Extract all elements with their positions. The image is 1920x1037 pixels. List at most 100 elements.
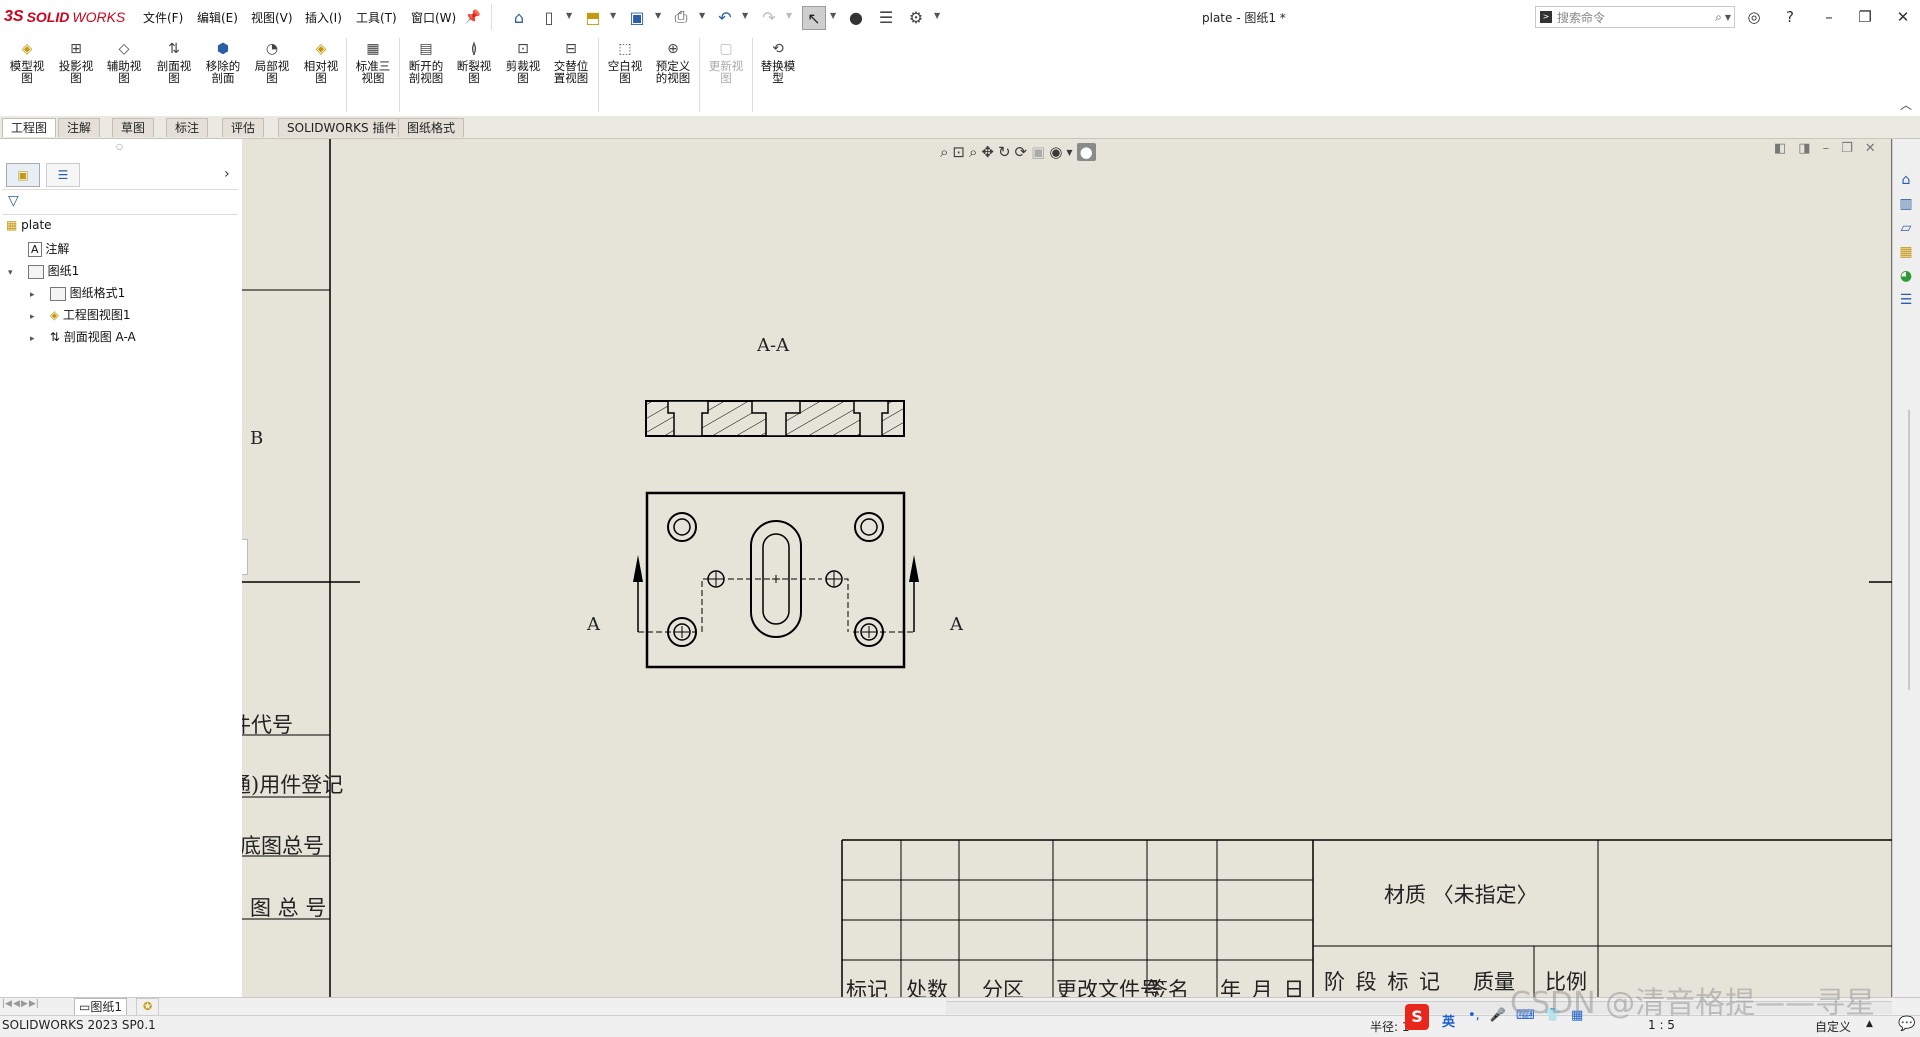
- search-input[interactable]: > 搜索命令 ⌕ ▼: [1535, 6, 1735, 28]
- menu-window[interactable]: 窗口(W): [411, 9, 456, 26]
- tab-sheet-format[interactable]: 图纸格式: [398, 118, 465, 137]
- restore-view-icon[interactable]: ❐: [1841, 141, 1853, 156]
- cmd-standard-3-view-button[interactable]: ▦ 标准三 视图: [350, 40, 396, 84]
- hide-show-icon[interactable]: ◉: [1049, 143, 1062, 161]
- custom-properties-icon[interactable]: ☰: [1896, 290, 1916, 310]
- tab-sketch[interactable]: 草图: [112, 118, 155, 137]
- display-style-icon[interactable]: ▣: [1031, 143, 1045, 161]
- cmd-projected-view-button[interactable]: ⊞ 投影视 图: [53, 40, 99, 84]
- user-icon[interactable]: ◎: [1743, 6, 1765, 28]
- menu-tools[interactable]: 工具(T): [356, 9, 397, 26]
- tree-item-section-view-aa[interactable]: ▸ ⇅ 剖面视图 A-A: [30, 328, 136, 345]
- chevron-right-icon[interactable]: ▸: [30, 290, 35, 300]
- next-sheet-icon[interactable]: ▶: [21, 999, 28, 1009]
- file-explorer-icon[interactable]: ▱: [1896, 218, 1916, 238]
- cmd-predefined-view-button[interactable]: ⊕ 预定义 的视图: [650, 40, 696, 84]
- section-view-aa[interactable]: [645, 400, 905, 437]
- print-icon[interactable]: ⎙: [670, 6, 692, 28]
- scrollbar[interactable]: [1908, 410, 1910, 690]
- menu-file[interactable]: 文件(F): [143, 9, 183, 26]
- home-icon[interactable]: ⌂: [508, 6, 530, 28]
- units-selector[interactable]: 自定义: [1815, 1018, 1851, 1035]
- ime-language-indicator[interactable]: 英: [1442, 1011, 1455, 1030]
- cmd-auxiliary-view-button[interactable]: ◇ 辅助视 图: [101, 40, 147, 84]
- chevron-down-icon[interactable]: ▼: [830, 11, 836, 20]
- tab-drawing[interactable]: 工程图: [2, 118, 57, 137]
- first-sheet-icon[interactable]: |◀: [2, 999, 12, 1009]
- tab-solidworks-addins[interactable]: SOLIDWORKS 插件: [278, 118, 406, 137]
- file-properties-icon[interactable]: ☰: [875, 6, 897, 28]
- tree-item-sheet-format1[interactable]: ▸ 图纸格式1: [30, 284, 125, 301]
- chevron-down-icon[interactable]: ▼: [1725, 13, 1731, 22]
- tab-annotation[interactable]: 注解: [58, 118, 101, 137]
- chevron-right-icon[interactable]: ▸: [30, 334, 35, 344]
- minimize-view-icon[interactable]: –: [1823, 141, 1830, 156]
- panel-collapse-handle[interactable]: [242, 539, 248, 575]
- cmd-model-view-button[interactable]: ◈ 模型视 图: [4, 40, 50, 84]
- sheet-tab-sheet1[interactable]: ▭图纸1: [74, 998, 127, 1016]
- solidworks-logo[interactable]: 3S SOLID WORKS: [4, 6, 125, 28]
- help-icon[interactable]: ?: [1779, 6, 1801, 28]
- last-sheet-icon[interactable]: ▶|: [29, 999, 39, 1009]
- cmd-crop-view-button[interactable]: ⊡ 剪裁视 图: [500, 40, 546, 84]
- chevron-right-icon[interactable]: ›: [224, 166, 230, 182]
- appearance-icon[interactable]: ●: [1076, 143, 1096, 161]
- menu-edit[interactable]: 编辑(E): [197, 9, 238, 26]
- redraw-icon[interactable]: ⟳: [1015, 143, 1028, 161]
- cmd-break-view-button[interactable]: ≬ 断裂视 图: [451, 40, 497, 84]
- tree-item-annotations[interactable]: A 注解: [28, 240, 69, 257]
- chevron-right-icon[interactable]: ▸: [30, 312, 35, 322]
- menu-view[interactable]: 视图(V): [251, 9, 293, 26]
- chevron-down-icon[interactable]: ▼: [934, 11, 940, 20]
- chevron-down-icon[interactable]: ▼: [1066, 148, 1072, 157]
- cmd-empty-view-button[interactable]: ⬚ 空白视 图: [602, 40, 648, 84]
- ime-logo-icon[interactable]: S: [1405, 1004, 1429, 1030]
- redo-icon[interactable]: ↷: [758, 6, 780, 28]
- chevron-down-icon[interactable]: ▼: [610, 11, 616, 20]
- previous-view-icon[interactable]: ⌕: [969, 143, 977, 161]
- new-document-icon[interactable]: ▯: [538, 6, 560, 28]
- microphone-icon[interactable]: 🎤: [1490, 1008, 1506, 1023]
- drawing-canvas[interactable]: A-A A A B 件代号 通)用件登记 底图总号 图 总 号 材质 〈未指定〉…: [242, 139, 1892, 997]
- feature-manager-tab[interactable]: ▣: [6, 163, 40, 187]
- collapse-ribbon-icon[interactable]: ︿: [1900, 96, 1912, 113]
- panel-splitter-handle[interactable]: ○: [116, 142, 123, 151]
- restore-icon[interactable]: ❐: [1854, 6, 1876, 28]
- tile-left-icon[interactable]: ◧: [1774, 141, 1786, 156]
- cmd-replace-model-button[interactable]: ⟲ 替换模 型: [755, 40, 801, 84]
- menu-insert[interactable]: 插入(I): [305, 9, 342, 26]
- tab-dimension[interactable]: 标注: [166, 118, 209, 137]
- zoom-to-area-icon[interactable]: ⊡: [952, 143, 965, 161]
- chevron-down-icon[interactable]: ▼: [742, 11, 748, 20]
- design-library-icon[interactable]: ▥: [1896, 194, 1916, 214]
- undo-icon[interactable]: ↶: [714, 6, 736, 28]
- chevron-down-icon[interactable]: ▼: [566, 11, 572, 20]
- property-manager-tab[interactable]: ☰: [46, 163, 80, 187]
- tile-right-icon[interactable]: ◨: [1798, 141, 1810, 156]
- save-icon[interactable]: ▣: [626, 6, 648, 28]
- punctuation-icon[interactable]: •,: [1468, 1008, 1480, 1023]
- select-cursor-icon[interactable]: ↖: [802, 6, 826, 30]
- minimize-icon[interactable]: –: [1818, 6, 1840, 28]
- prev-sheet-icon[interactable]: ◀: [13, 999, 20, 1009]
- cmd-broken-out-section-button[interactable]: ▤ 断开的 剖视图: [403, 40, 449, 84]
- solidworks-resources-icon[interactable]: ⌂: [1896, 170, 1916, 190]
- close-view-icon[interactable]: ✕: [1865, 141, 1876, 156]
- cmd-section-view-button[interactable]: ⇅ 剖面视 图: [151, 40, 197, 84]
- options-gear-icon[interactable]: ⚙: [905, 6, 927, 28]
- zoom-to-fit-icon[interactable]: ⌕: [940, 143, 948, 161]
- cmd-detail-view-button[interactable]: ◔ 局部视 图: [249, 40, 295, 84]
- open-folder-icon[interactable]: ⬒: [582, 6, 604, 28]
- traffic-light-icon[interactable]: ●: [845, 6, 867, 28]
- chevron-down-icon[interactable]: ▼: [786, 11, 792, 20]
- appearances-icon[interactable]: ◕: [1896, 266, 1916, 286]
- cmd-update-view-button[interactable]: ▢ 更新视 图: [703, 40, 749, 84]
- front-view[interactable]: [637, 491, 915, 669]
- chevron-down-icon[interactable]: ▼: [699, 11, 705, 20]
- pan-icon[interactable]: ✥: [981, 143, 994, 161]
- search-icon[interactable]: ⌕: [1715, 10, 1722, 25]
- tree-root-plate[interactable]: ▦ plate: [6, 218, 52, 232]
- chat-icon[interactable]: 💬: [1898, 1016, 1915, 1032]
- chevron-down-icon[interactable]: ▾: [8, 268, 13, 278]
- rotate-icon[interactable]: ↻: [998, 143, 1011, 161]
